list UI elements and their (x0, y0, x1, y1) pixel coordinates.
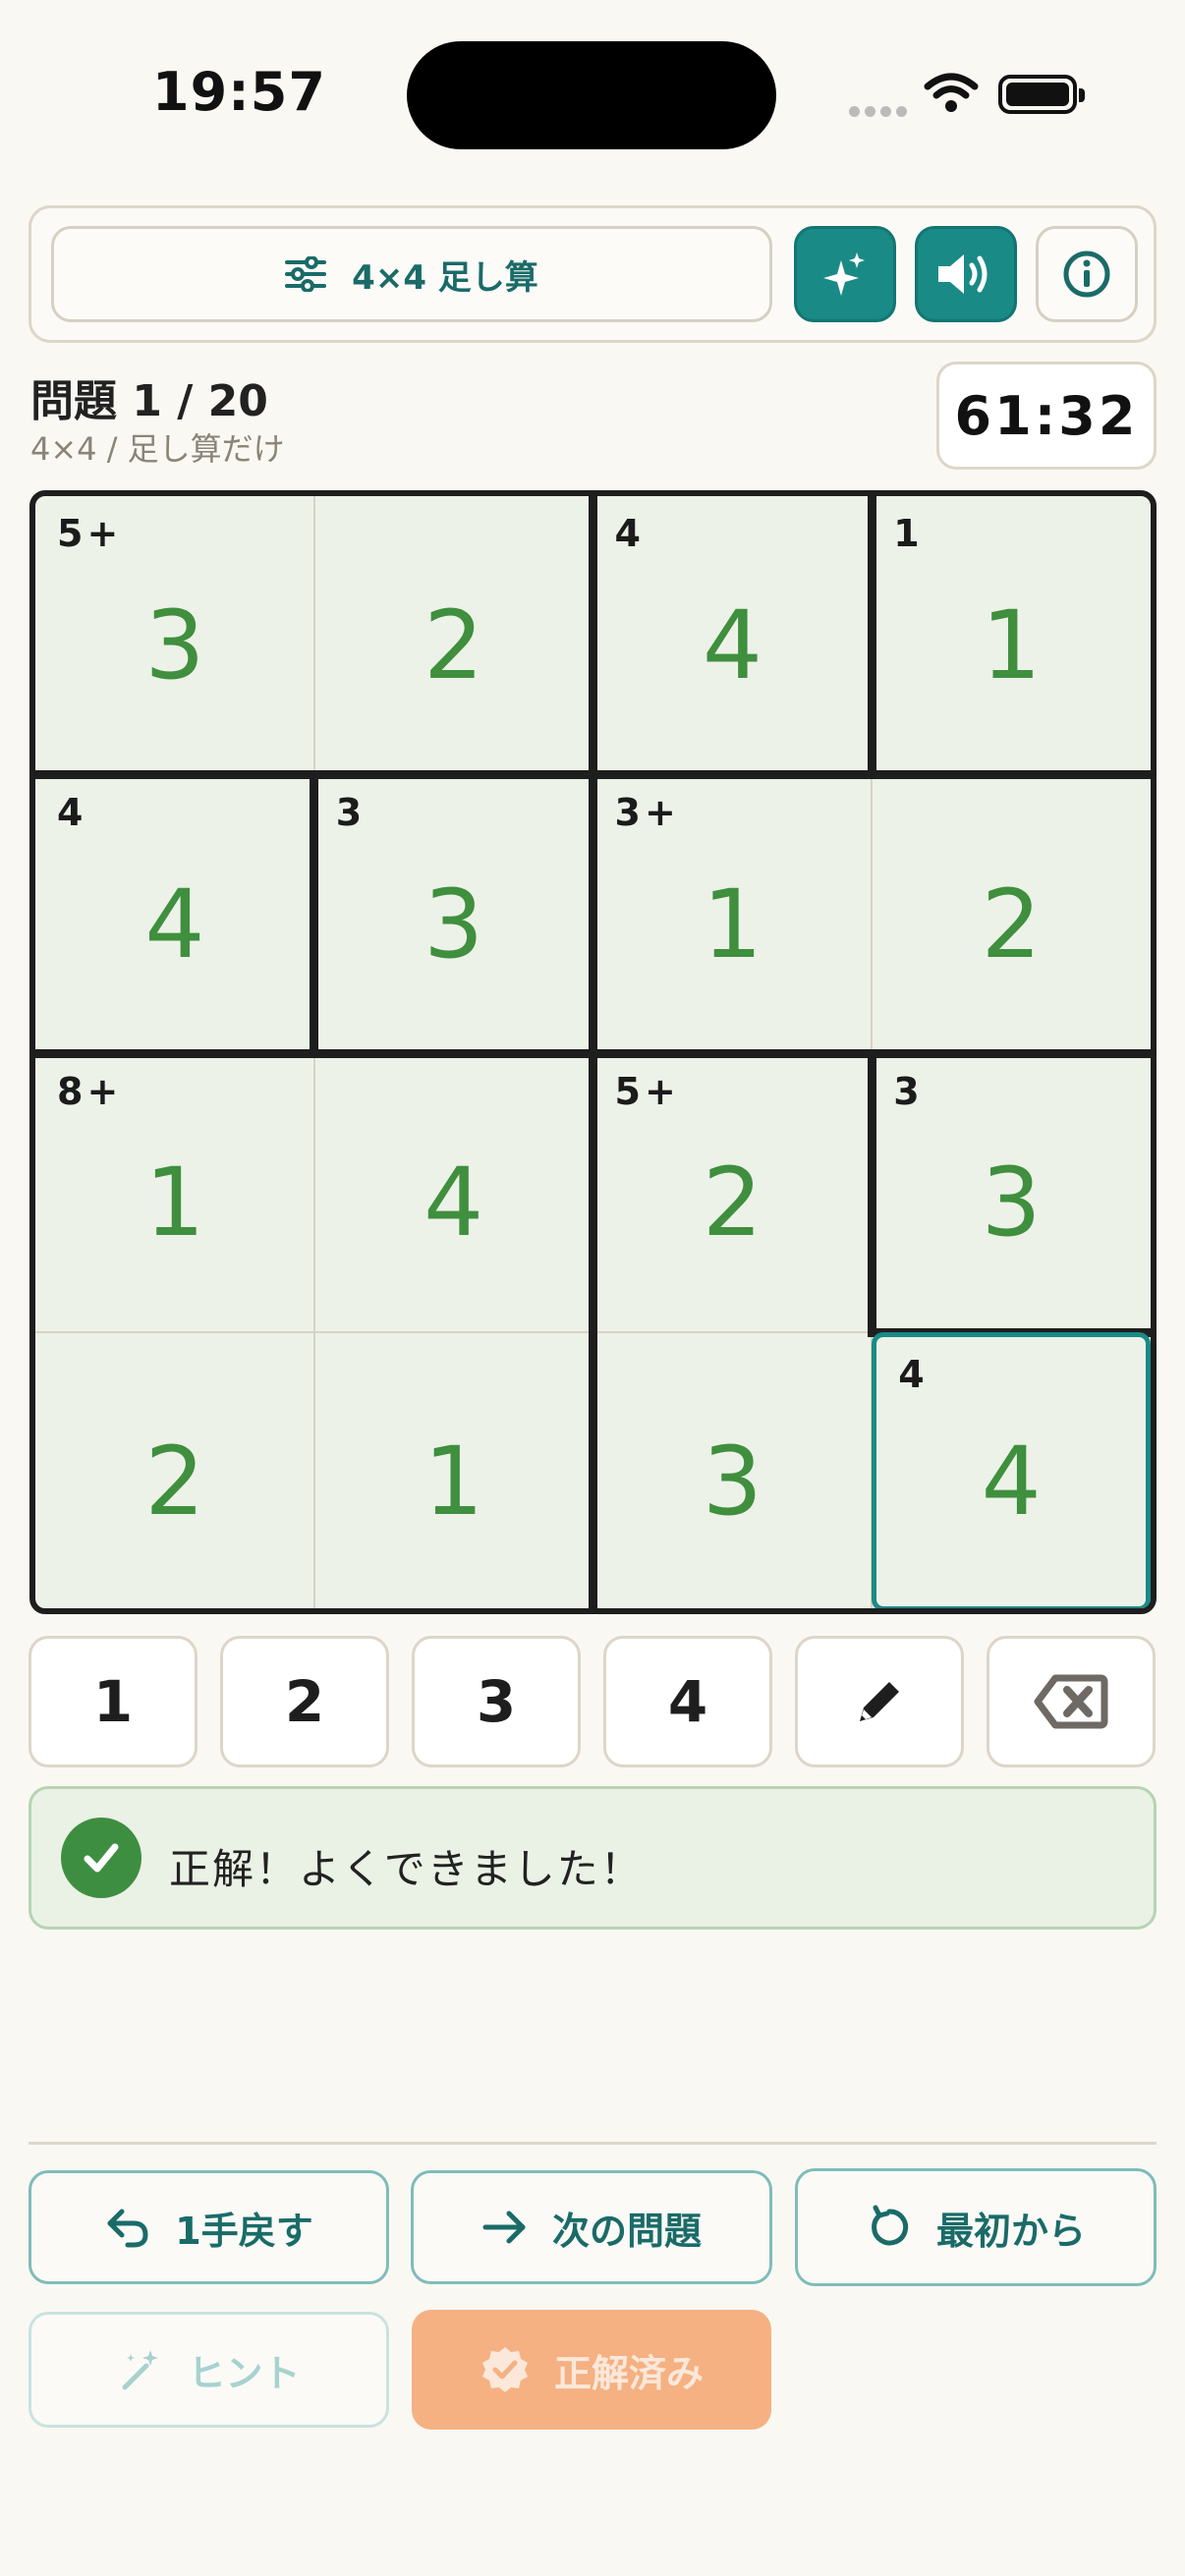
board-cell-r2c4[interactable]: 2 (872, 775, 1151, 1054)
problem-counter: 問題 1 / 20 (30, 376, 268, 426)
arrow-right-icon (482, 2211, 526, 2244)
sparkle-icon (823, 252, 865, 296)
board-cell-r3c1[interactable]: 8+ 1 (35, 1054, 314, 1333)
info-button[interactable] (1036, 226, 1138, 322)
number-key-4[interactable]: 4 (603, 1636, 772, 1767)
cell-value: 4 (702, 589, 762, 700)
check-circle-icon (61, 1818, 141, 1898)
board-cell-r3c4[interactable]: 33 (872, 1054, 1151, 1333)
undo-label: 1手戻す (175, 2209, 313, 2253)
board-cell-r3c2[interactable]: 4 (314, 1054, 593, 1333)
cage-border (310, 770, 319, 1058)
board-cell-r3c3[interactable]: 5+ 2 (593, 1054, 873, 1333)
dynamic-island (407, 41, 776, 149)
board-cell-r2c1[interactable]: 44 (35, 775, 314, 1054)
sliders-icon (285, 256, 327, 292)
board-cell-r4c1[interactable]: 2 (35, 1332, 314, 1608)
board-cell-r2c2[interactable]: 33 (314, 775, 593, 1054)
board-cell-r1c1[interactable]: 5+ 3 (35, 496, 314, 775)
magic-wand-icon (122, 2350, 159, 2390)
number-key-3[interactable]: 3 (412, 1636, 581, 1767)
cell-value: 3 (702, 1427, 762, 1538)
cell-value: 2 (981, 868, 1042, 980)
board-cell-r1c4[interactable]: 11 (872, 496, 1151, 775)
number-key-1[interactable]: 1 (28, 1636, 198, 1767)
top-toolbar: 4×4 足し算 (28, 205, 1157, 343)
board-cell-r2c3[interactable]: 3+ 1 (593, 775, 873, 1054)
cell-value: 1 (423, 1427, 484, 1538)
cellular-signal-icon (849, 102, 912, 121)
battery-icon (998, 75, 1085, 114)
backspace-icon (1034, 1674, 1108, 1729)
status-bar: 19:57 (0, 0, 1185, 187)
status-time: 19:57 (152, 61, 326, 123)
sparkle-button[interactable] (794, 226, 896, 322)
restart-icon (872, 2205, 909, 2246)
wifi-icon (924, 73, 979, 112)
mode-select-button[interactable]: 4×4 足し算 (51, 226, 772, 322)
cage-border (35, 1049, 1151, 1058)
mode-label: 4×4 足し算 (352, 257, 538, 298)
pencil-mode-button[interactable] (795, 1636, 964, 1767)
undo-arrow-icon (107, 2209, 148, 2248)
verified-badge-icon (481, 2347, 528, 2392)
board-cell-r1c2[interactable]: 2 (314, 496, 593, 775)
info-icon (1063, 251, 1110, 298)
pencil-icon (860, 1682, 899, 1721)
divider (28, 2142, 1157, 2145)
next-problem-button[interactable]: 次の問題 (411, 2170, 772, 2284)
cage-border (867, 496, 876, 780)
board-cell-r4c4[interactable]: 44 (872, 1332, 1151, 1608)
cell-value: 1 (981, 589, 1042, 700)
cell-value: 2 (423, 589, 484, 700)
solved-label: 正解済み (553, 2351, 704, 2395)
board-cell-r4c3[interactable]: 3 (593, 1332, 873, 1608)
cell-value: 4 (981, 1427, 1042, 1538)
cell-value: 3 (981, 1148, 1042, 1259)
board-cell-r1c3[interactable]: 44 (593, 496, 873, 775)
cell-value: 3 (423, 868, 484, 980)
hint-label: ヒント (188, 2351, 301, 2395)
cell-value: 4 (144, 868, 205, 980)
sound-button[interactable] (915, 226, 1017, 322)
problem-subtitle: 4×4 / 足し算だけ (30, 430, 285, 468)
cell-value: 1 (702, 868, 762, 980)
cell-value: 4 (423, 1148, 484, 1259)
speaker-icon (938, 254, 988, 294)
solved-button[interactable]: 正解済み (412, 2310, 771, 2430)
cell-value: 3 (144, 589, 205, 700)
cage-border (35, 770, 1151, 780)
success-banner: 正解！よくできました！ (28, 1786, 1157, 1930)
undo-button[interactable]: 1手戻す (28, 2170, 389, 2284)
cell-value: 2 (702, 1148, 762, 1259)
puzzle-board: 5+ 3 2 4 4 1 1 4 4 3 3 3+ 1 2 8+ 1 4 5+ 2 3 3 2 1 3 4 4 (29, 490, 1157, 1614)
cage-border (867, 1049, 876, 1337)
cell-value: 2 (144, 1427, 205, 1538)
success-message: 正解！よくできました！ (169, 1845, 644, 1893)
erase-button[interactable] (987, 1636, 1156, 1767)
restart-label: 最初から (935, 2209, 1086, 2253)
next-problem-label: 次の問題 (551, 2209, 702, 2253)
timer: 61:32 (936, 362, 1157, 470)
board-cell-r4c2[interactable]: 1 (314, 1332, 593, 1608)
restart-button[interactable]: 最初から (795, 2168, 1157, 2286)
hint-button[interactable]: ヒント (28, 2312, 389, 2428)
number-key-2[interactable]: 2 (220, 1636, 389, 1767)
cell-value: 1 (144, 1148, 205, 1259)
